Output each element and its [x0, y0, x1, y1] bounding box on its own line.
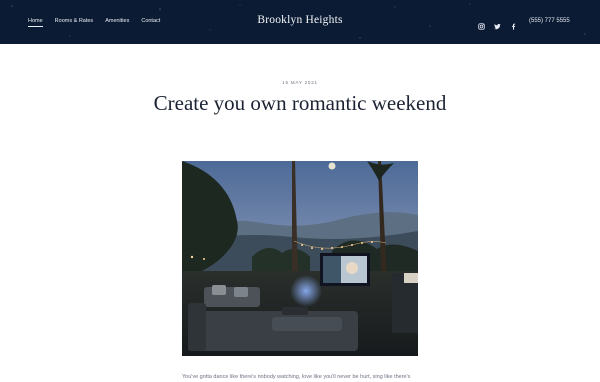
instagram-icon[interactable]	[478, 17, 485, 30]
post-excerpt: You've gotta dance like there's nobody w…	[182, 374, 411, 380]
post-featured-image	[182, 161, 418, 356]
phone-number[interactable]: (555) 777 5555	[529, 18, 570, 24]
post-title: Create you own romantic weekend	[153, 91, 447, 115]
site-header: Home Rooms & Rates Amenities Contact Bro…	[0, 0, 600, 44]
social-links	[478, 17, 517, 30]
twitter-icon[interactable]	[494, 17, 501, 30]
post-date: 15 MAY 2021	[282, 80, 318, 85]
facebook-icon[interactable]	[510, 17, 517, 30]
